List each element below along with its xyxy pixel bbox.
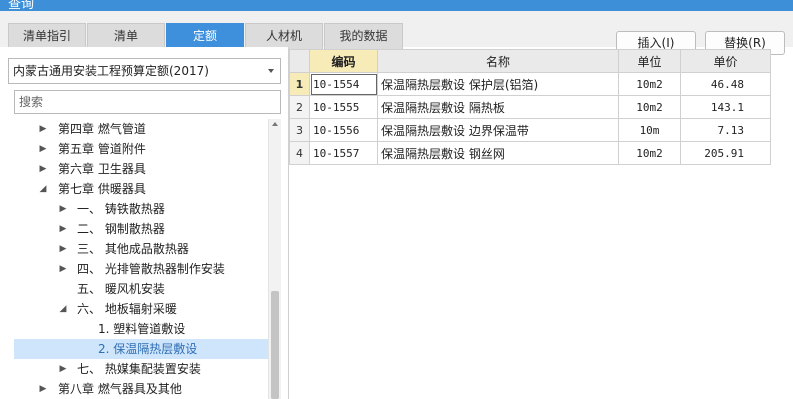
row-number[interactable]: 4 [289,141,310,165]
cell-price[interactable]: 7.13 [680,118,771,142]
tree-item-label: 2. 保温隔热层敷设 [98,342,198,356]
tab-labor-material-machine[interactable]: 人材机 [245,23,323,49]
cell-price[interactable]: 46.48 [680,72,771,96]
cell-code[interactable]: 10-1557 [309,141,378,165]
table-row[interactable]: 4 10-1557 保温隔热层敷设 钢丝网 10m2 205.91 [289,141,771,165]
quota-library-select[interactable]: 内蒙古通用安装工程预算定额(2017) [8,58,281,84]
tree-item-section-7[interactable]: ▶ 七、 热媒集配装置安装 [14,359,268,379]
expand-right-icon[interactable]: ▶ [38,119,48,139]
cell-unit[interactable]: 10m2 [618,72,681,96]
tree-item-section-6[interactable]: ◢ 六、 地板辐射采暖 [14,299,268,319]
quota-library-value: 内蒙古通用安装工程预算定额(2017) [13,64,209,78]
scroll-up-icon[interactable] [272,122,278,126]
tree-item-label: 五、 暖风机安装 [77,282,165,296]
tab-bill[interactable]: 清单 [87,23,165,49]
tab-my-data[interactable]: 我的数据 [324,23,403,49]
tree-item-label: 二、 钢制散热器 [77,222,165,236]
table-row[interactable]: 2 10-1555 保温隔热层敷设 隔热板 10m2 143.1 [289,95,771,119]
column-header-unit[interactable]: 单位 [618,49,681,73]
tree-item-label: 第七章 供暖器具 [58,182,146,196]
tree-item-label: 一、 铸铁散热器 [77,202,165,216]
cell-code[interactable]: 10-1555 [309,95,378,119]
cell-price[interactable]: 205.91 [680,141,771,165]
tab-bill-guide[interactable]: 清单指引 [8,23,86,49]
tree-item-section-1[interactable]: ▶ 一、 铸铁散热器 [14,199,268,219]
chevron-down-icon [268,69,274,73]
tree-scrollbar[interactable] [268,119,281,399]
chapter-tree: ▶ 第四章 燃气管道 ▶ 第五章 管道附件 ▶ 第六章 卫生器具 ◢ 第七章 供… [14,119,268,399]
column-header-price[interactable]: 单价 [680,49,771,73]
search-input[interactable] [14,90,281,114]
row-number[interactable]: 1 [289,72,310,96]
expand-right-icon[interactable]: ▶ [58,259,68,279]
quota-results-grid: 编码 名称 单位 单价 1 10-1554 保温隔热层敷设 保护层(铝箔) 10… [289,49,771,165]
expand-right-icon[interactable]: ▶ [58,359,68,379]
tree-item-section-5[interactable]: 五、 暖风机安装 [14,279,268,299]
cell-unit[interactable]: 10m [618,118,681,142]
cell-unit[interactable]: 10m2 [618,95,681,119]
cell-name[interactable]: 保温隔热层敷设 保护层(铝箔) [377,72,619,96]
expand-right-icon[interactable]: ▶ [58,239,68,259]
table-row[interactable]: 1 10-1554 保温隔热层敷设 保护层(铝箔) 10m2 46.48 [289,72,771,96]
tree-item-section-4[interactable]: ▶ 四、 光排管散热器制作安装 [14,259,268,279]
tree-item-section-3[interactable]: ▶ 三、 其他成品散热器 [14,239,268,259]
tree-item-insulation-layer[interactable]: 2. 保温隔热层敷设 [14,339,268,359]
tree-item-label: 六、 地板辐射采暖 [77,302,177,316]
column-header-code[interactable]: 编码 [309,49,378,73]
scrollbar-thumb[interactable] [271,291,279,399]
tree-item-chapter-6[interactable]: ▶ 第六章 卫生器具 [14,159,268,179]
cell-code[interactable]: 10-1554 [309,72,378,96]
toolbar-area: 清单指引 清单 定额 人材机 我的数据 插入(I) 替换(R) [0,11,793,55]
expand-right-icon[interactable]: ▶ [38,139,48,159]
table-corner-cell[interactable] [289,49,310,73]
tree-item-label: 第四章 燃气管道 [58,122,146,136]
table-header-row: 编码 名称 单位 单价 [289,49,771,73]
window-titlebar: 查询 [0,0,793,11]
table-row[interactable]: 3 10-1556 保温隔热层敷设 边界保温带 10m 7.13 [289,118,771,142]
tree-item-label: 四、 光排管散热器制作安装 [77,262,225,276]
column-header-name[interactable]: 名称 [377,49,619,73]
tree-item-chapter-5[interactable]: ▶ 第五章 管道附件 [14,139,268,159]
cell-name[interactable]: 保温隔热层敷设 隔热板 [377,95,619,119]
expand-right-icon[interactable]: ▶ [38,159,48,179]
tree-item-section-2[interactable]: ▶ 二、 钢制散热器 [14,219,268,239]
collapse-down-icon[interactable]: ◢ [58,299,68,319]
row-number[interactable]: 3 [289,118,310,142]
tree-item-chapter-7[interactable]: ◢ 第七章 供暖器具 [14,179,268,199]
row-number[interactable]: 2 [289,95,310,119]
tree-item-label: 三、 其他成品散热器 [77,242,189,256]
collapse-down-icon[interactable]: ◢ [38,179,48,199]
expand-right-icon[interactable]: ▶ [38,379,48,399]
tree-item-chapter-4[interactable]: ▶ 第四章 燃气管道 [14,119,268,139]
cell-price[interactable]: 143.1 [680,95,771,119]
cell-name[interactable]: 保温隔热层敷设 钢丝网 [377,141,619,165]
tree-item-plastic-pipe[interactable]: 1. 塑料管道敷设 [14,319,268,339]
tree-item-label: 七、 热媒集配装置安装 [77,362,201,376]
tree-item-label: 第五章 管道附件 [58,142,146,156]
window-title: 查询 [8,0,35,11]
expand-right-icon[interactable]: ▶ [58,219,68,239]
tree-item-label: 1. 塑料管道敷设 [98,322,186,336]
tab-quota[interactable]: 定额 [166,23,244,49]
tree-item-label: 第六章 卫生器具 [58,162,146,176]
expand-right-icon[interactable]: ▶ [58,199,68,219]
cell-unit[interactable]: 10m2 [618,141,681,165]
cell-code[interactable]: 10-1556 [309,118,378,142]
tree-item-chapter-8[interactable]: ▶ 第八章 燃气器具及其他 [14,379,268,399]
tree-item-label: 第八章 燃气器具及其他 [58,382,182,396]
cell-name[interactable]: 保温隔热层敷设 边界保温带 [377,118,619,142]
